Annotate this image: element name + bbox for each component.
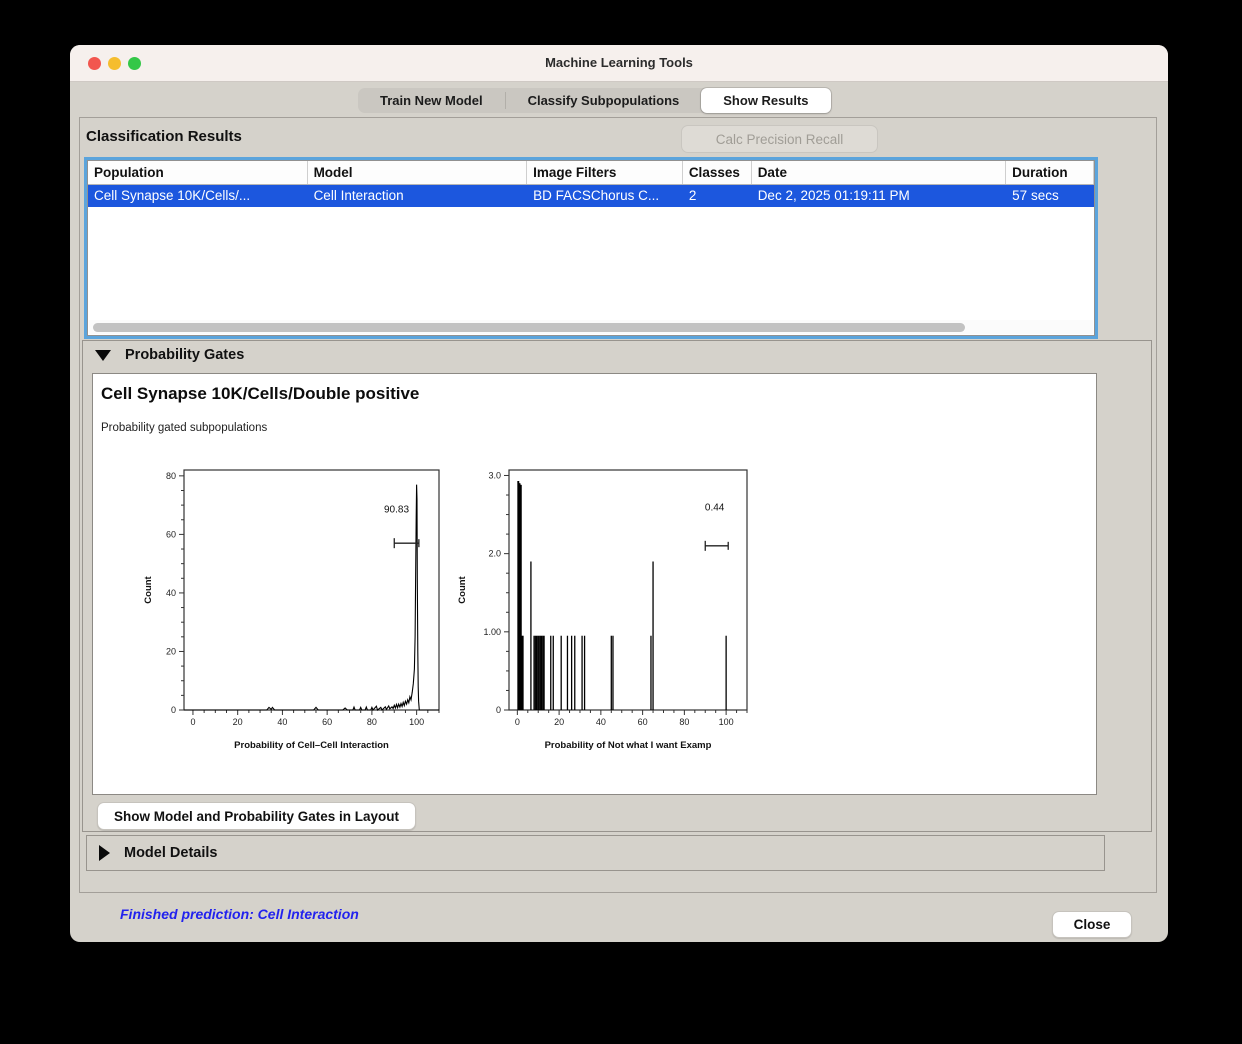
svg-text:20: 20 [166, 646, 176, 656]
svg-text:Probability of Not what I want: Probability of Not what I want Examp [545, 740, 712, 751]
window-titlebar[interactable]: Machine Learning Tools [70, 45, 1168, 82]
probability-histogram-cell-cell-interaction: 0 20 40 60 80 100 0 20 40 60 80 Probability of Cell… [137, 460, 457, 760]
column-header-duration[interactable]: Duration [1006, 161, 1094, 184]
window-title: Machine Learning Tools [70, 55, 1168, 70]
tab-train-new-model[interactable]: Train New Model [358, 88, 505, 113]
table-cell: Cell Synapse 10K/Cells/... [88, 185, 308, 207]
svg-text:20: 20 [233, 717, 243, 727]
svg-text:1.00: 1.00 [483, 627, 501, 637]
tab-show-results[interactable]: Show Results [701, 88, 830, 113]
table-body: Cell Synapse 10K/Cells/...Cell Interacti… [88, 185, 1094, 207]
table-cell: 2 [683, 185, 752, 207]
column-header-population[interactable]: Population [88, 161, 308, 184]
probability-gates-label: Probability Gates [125, 347, 244, 363]
svg-text:0: 0 [496, 705, 501, 715]
table-cell: 57 secs [1006, 185, 1094, 207]
svg-text:80: 80 [367, 717, 377, 727]
calc-precision-recall-button[interactable]: Calc Precision Recall [681, 125, 878, 153]
classification-results-panel: Classification Results Calc Precision Re… [79, 117, 1157, 893]
svg-text:20: 20 [554, 717, 564, 727]
svg-text:0: 0 [190, 717, 195, 727]
svg-text:100: 100 [409, 717, 424, 727]
section-title: Classification Results [86, 128, 242, 145]
results-table: PopulationModelImage FiltersClassesDateD… [84, 157, 1098, 339]
close-button[interactable]: Close [1052, 911, 1132, 938]
svg-text:Count: Count [457, 575, 468, 603]
scrollbar-thumb[interactable] [93, 323, 965, 332]
show-in-layout-button[interactable]: Show Model and Probability Gates in Layo… [97, 802, 416, 830]
population-path-heading: Cell Synapse 10K/Cells/Double positive [101, 384, 419, 404]
table-row[interactable]: Cell Synapse 10K/Cells/...Cell Interacti… [88, 185, 1094, 207]
svg-text:Count: Count [143, 575, 154, 603]
column-header-date[interactable]: Date [752, 161, 1006, 184]
svg-text:40: 40 [166, 588, 176, 598]
table-cell: Dec 2, 2025 01:19:11 PM [752, 185, 1006, 207]
svg-text:Probability of Cell–Cell Inter: Probability of Cell–Cell Interaction [234, 740, 389, 751]
tab-classify-subpopulations[interactable]: Classify Subpopulations [506, 88, 702, 113]
svg-text:0.44: 0.44 [705, 503, 725, 514]
svg-text:0: 0 [515, 717, 520, 727]
svg-text:80: 80 [166, 471, 176, 481]
table-cell: Cell Interaction [308, 185, 528, 207]
probability-gates-disclosure[interactable]: Probability Gates [83, 341, 1151, 369]
svg-text:90.83: 90.83 [384, 504, 409, 515]
column-header-image-filters[interactable]: Image Filters [527, 161, 683, 184]
svg-text:0: 0 [171, 705, 176, 715]
svg-text:100: 100 [719, 717, 734, 727]
svg-text:60: 60 [322, 717, 332, 727]
disclosure-triangle-down-icon [95, 350, 111, 361]
tab-bar: Train New ModelClassify SubpopulationsSh… [358, 88, 831, 113]
probability-gates-panel: Cell Synapse 10K/Cells/Double positive P… [92, 373, 1097, 795]
svg-text:60: 60 [166, 529, 176, 539]
probability-histogram-not-what-i-want: 0 20 40 60 80 100 0 1.00 2.0 3.0 Probability of No… [451, 460, 781, 760]
svg-text:60: 60 [638, 717, 648, 727]
horizontal-scrollbar[interactable] [89, 320, 1093, 334]
disclosure-triangle-right-icon [99, 845, 110, 861]
svg-text:3.0: 3.0 [488, 470, 501, 480]
svg-text:40: 40 [277, 717, 287, 727]
column-header-classes[interactable]: Classes [683, 161, 752, 184]
svg-text:40: 40 [596, 717, 606, 727]
table-header: PopulationModelImage FiltersClassesDateD… [88, 161, 1094, 185]
status-message: Finished prediction: Cell Interaction [120, 906, 359, 922]
model-details-disclosure[interactable]: Model Details [86, 835, 1105, 871]
machine-learning-tools-window: Machine Learning Tools Train New ModelCl… [70, 45, 1168, 942]
model-details-label: Model Details [124, 845, 217, 861]
svg-text:2.0: 2.0 [488, 549, 501, 559]
subpopulations-caption: Probability gated subpopulations [101, 422, 267, 434]
column-header-model[interactable]: Model [308, 161, 528, 184]
svg-text:80: 80 [679, 717, 689, 727]
probability-gates-section: Probability Gates Cell Synapse 10K/Cells… [82, 340, 1152, 832]
table-cell: BD FACSChorus C... [527, 185, 683, 207]
